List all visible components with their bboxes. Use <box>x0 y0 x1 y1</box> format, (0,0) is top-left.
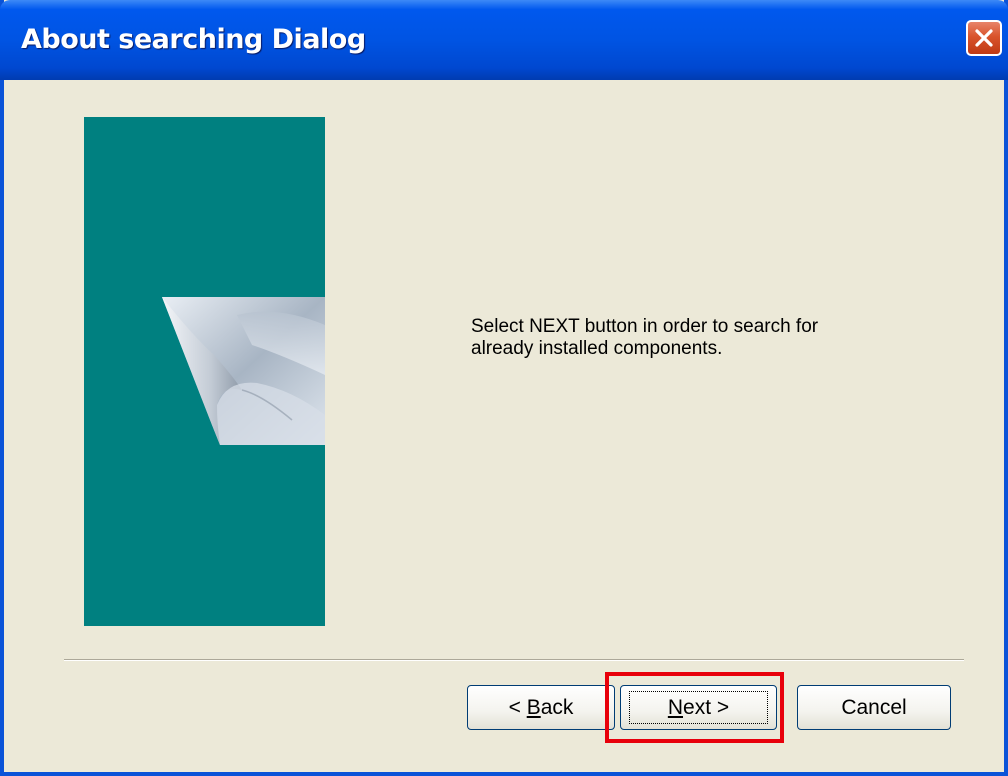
dialog-window: About searching Dialog Select NEXT butto… <box>0 0 1008 776</box>
back-label-rest: ack <box>540 696 574 719</box>
close-icon <box>975 29 993 47</box>
instruction-line-1: Select NEXT button in order to search fo… <box>471 316 819 337</box>
back-label-prefix: < <box>508 696 527 719</box>
window-title: About searching Dialog <box>21 24 366 55</box>
instruction-text: Select NEXT button in order to search fo… <box>471 316 891 360</box>
divider <box>64 659 964 661</box>
title-bar[interactable]: About searching Dialog <box>0 0 1008 80</box>
highlight-box <box>605 672 784 743</box>
instruction-line-2: already installed components. <box>471 338 723 359</box>
back-button[interactable]: < Back <box>467 685 615 730</box>
wizard-banner <box>84 117 325 626</box>
close-button[interactable] <box>966 20 1002 56</box>
paper-curl-icon <box>162 297 325 445</box>
cancel-label: Cancel <box>841 696 907 719</box>
back-label-mnemonic: B <box>526 696 541 719</box>
cancel-button[interactable]: Cancel <box>797 685 951 730</box>
